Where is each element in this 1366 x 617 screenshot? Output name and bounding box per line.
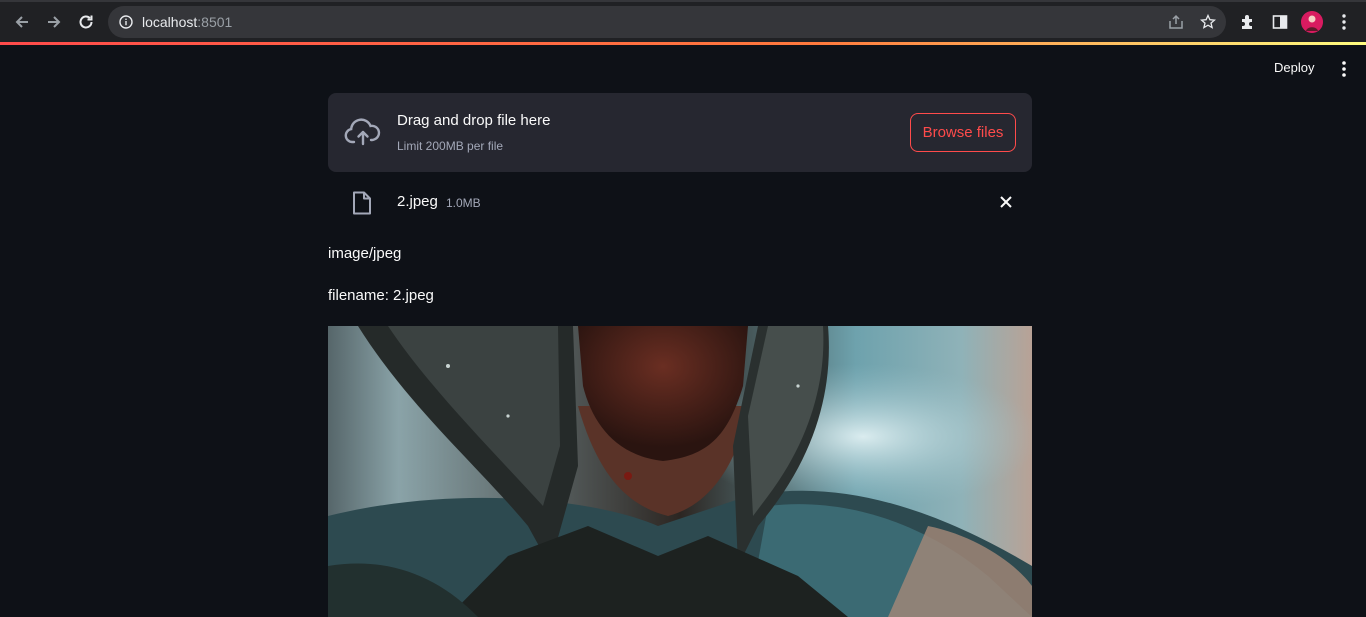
reload-button[interactable] (74, 10, 98, 34)
url-port: :8501 (197, 14, 233, 30)
address-bar[interactable]: localhost:8501 (108, 6, 1226, 38)
arrow-right-icon (48, 16, 61, 28)
cloud-upload-icon (344, 118, 381, 146)
filename-text: filename: 2.jpeg (328, 287, 434, 304)
side-panel-icon[interactable] (1269, 11, 1291, 33)
file-uploader: Drag and drop file here Limit 200MB per … (328, 93, 1032, 232)
browser-menu-icon[interactable] (1333, 11, 1355, 33)
main-menu-icon[interactable] (1336, 60, 1352, 78)
forward-button[interactable] (42, 10, 66, 34)
image-content (328, 326, 1032, 617)
site-info-icon[interactable] (119, 15, 133, 34)
dropzone[interactable]: Drag and drop file here Limit 200MB per … (328, 93, 1032, 172)
uploaded-file-item: 2.jpeg 1.0MB (328, 172, 1032, 232)
dropzone-title: Drag and drop file here (397, 112, 551, 129)
back-button[interactable] (10, 10, 34, 34)
url-host: localhost (142, 14, 198, 30)
bookmark-star-icon[interactable] (1199, 13, 1217, 31)
share-icon[interactable] (1167, 13, 1185, 31)
browse-files-button[interactable]: Browse files (910, 113, 1016, 152)
extensions-puzzle-icon[interactable] (1237, 11, 1259, 33)
tab-strip-edge (0, 0, 1366, 2)
arrow-left-icon (15, 16, 28, 28)
file-icon (353, 191, 371, 215)
profile-avatar[interactable] (1301, 11, 1323, 33)
uploaded-file-size: 1.0MB (446, 196, 481, 210)
dropzone-limit: Limit 200MB per file (397, 139, 504, 153)
close-icon (1000, 196, 1012, 208)
deploy-button[interactable]: Deploy (1266, 58, 1322, 80)
browser-toolbar: localhost:8501 (0, 0, 1366, 44)
uploaded-image (328, 326, 1032, 617)
mime-type-text: image/jpeg (328, 245, 402, 262)
app-decoration-bar (0, 42, 1366, 45)
reload-icon (79, 15, 93, 29)
remove-file-button[interactable] (998, 194, 1014, 210)
uploaded-file-name: 2.jpeg (397, 193, 438, 210)
url-text: localhost:8501 (142, 14, 232, 30)
